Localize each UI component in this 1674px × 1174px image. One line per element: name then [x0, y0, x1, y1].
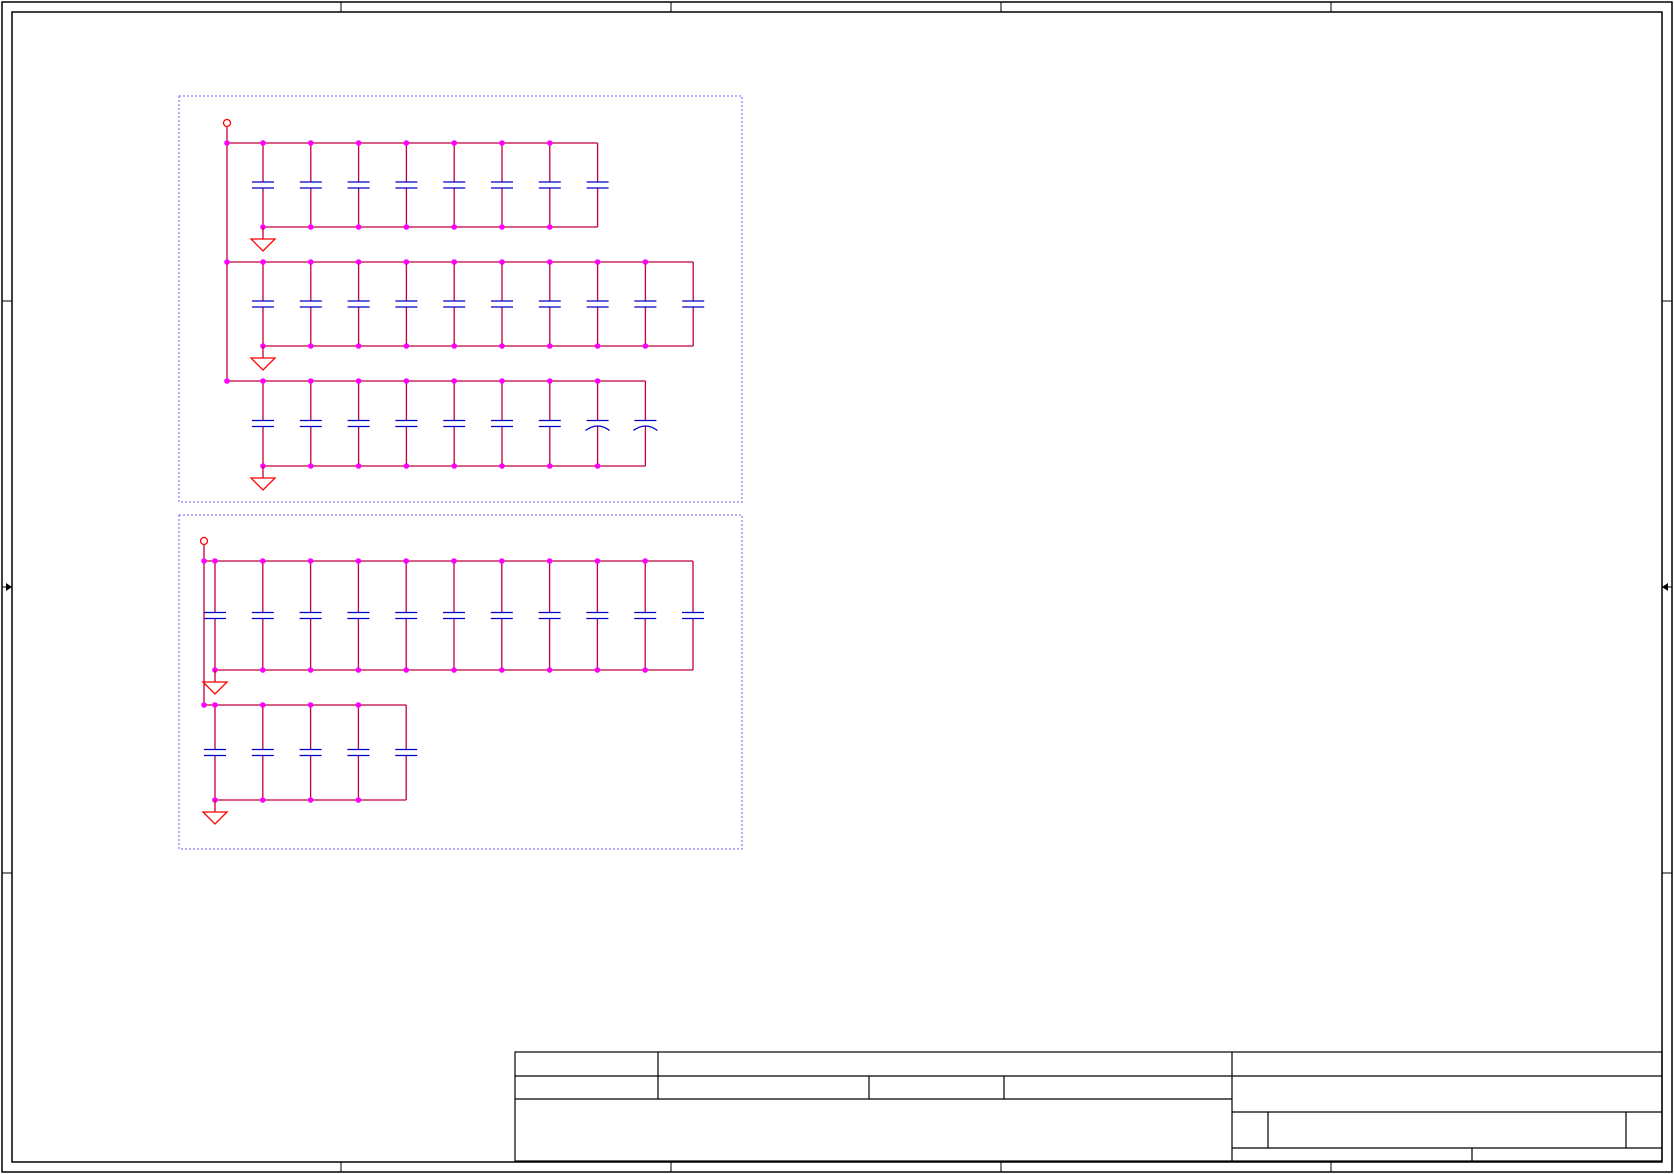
junction-dot — [355, 259, 362, 265]
junction-dot — [594, 667, 601, 673]
junction-dot — [499, 259, 505, 265]
junction-dot — [547, 224, 553, 230]
junction-dot — [260, 667, 266, 673]
junction-dot — [594, 343, 601, 349]
junction-dot — [594, 378, 601, 384]
junction-dot — [451, 378, 458, 384]
junction-dot — [224, 140, 230, 146]
junction-dot — [546, 667, 553, 673]
junction-dot — [355, 463, 362, 469]
junction-dot — [499, 343, 505, 349]
junction-dot — [594, 558, 601, 564]
junction-dot — [546, 558, 553, 564]
junction-dot — [403, 224, 410, 230]
junction-dot — [403, 140, 410, 146]
junction-dot — [260, 558, 266, 564]
junction-dot — [547, 140, 553, 146]
junction-dot — [355, 224, 362, 230]
junction-dot — [355, 797, 362, 803]
junction-dot — [403, 378, 410, 384]
junction-dot — [547, 463, 553, 469]
junction-dot — [547, 259, 553, 265]
junction-dot — [224, 259, 230, 265]
junction-dot — [201, 702, 207, 708]
junction-dot — [355, 343, 362, 349]
junction-dot — [260, 378, 266, 384]
junction-dot — [355, 558, 362, 564]
junction-dot — [355, 140, 362, 146]
junction-dot — [403, 343, 410, 349]
junction-dot — [642, 667, 648, 673]
junction-dot — [355, 378, 362, 384]
junction-dot — [308, 140, 314, 146]
junction-dot — [642, 343, 649, 349]
junction-dot — [355, 702, 362, 708]
junction-dot — [308, 224, 314, 230]
junction-dot — [308, 463, 314, 469]
junction-dot — [547, 378, 553, 384]
junction-dot — [499, 224, 505, 230]
junction-dot — [547, 343, 553, 349]
junction-dot — [499, 140, 505, 146]
schematic-sheet — [0, 0, 1674, 1174]
junction-dot — [451, 667, 457, 673]
junction-dot — [403, 463, 410, 469]
junction-dot — [260, 140, 266, 146]
junction-dot — [201, 558, 207, 564]
junction-dot — [307, 558, 314, 564]
junction-dot — [451, 343, 458, 349]
junction-dot — [403, 259, 410, 265]
junction-dot — [307, 797, 314, 803]
junction-dot — [594, 463, 601, 469]
junction-dot — [499, 463, 505, 469]
junction-dot — [451, 558, 457, 564]
junction-dot — [499, 667, 505, 673]
junction-dot — [642, 558, 648, 564]
junction-dot — [594, 259, 601, 265]
junction-dot — [307, 667, 314, 673]
junction-dot — [260, 797, 266, 803]
junction-dot — [642, 259, 649, 265]
junction-dot — [451, 259, 458, 265]
junction-dot — [260, 259, 266, 265]
junction-dot — [451, 140, 458, 146]
junction-dot — [403, 558, 410, 564]
junction-dot — [212, 702, 218, 708]
junction-dot — [308, 378, 314, 384]
junction-dot — [308, 259, 314, 265]
junction-dot — [403, 667, 410, 673]
junction-dot — [499, 378, 505, 384]
junction-dot — [451, 224, 458, 230]
junction-dot — [451, 463, 458, 469]
junction-dot — [499, 558, 505, 564]
junction-dot — [307, 702, 314, 708]
junction-dot — [260, 702, 266, 708]
junction-dot — [355, 667, 362, 673]
junction-dot — [212, 558, 218, 564]
junction-dot — [224, 378, 230, 384]
junction-dot — [308, 343, 314, 349]
